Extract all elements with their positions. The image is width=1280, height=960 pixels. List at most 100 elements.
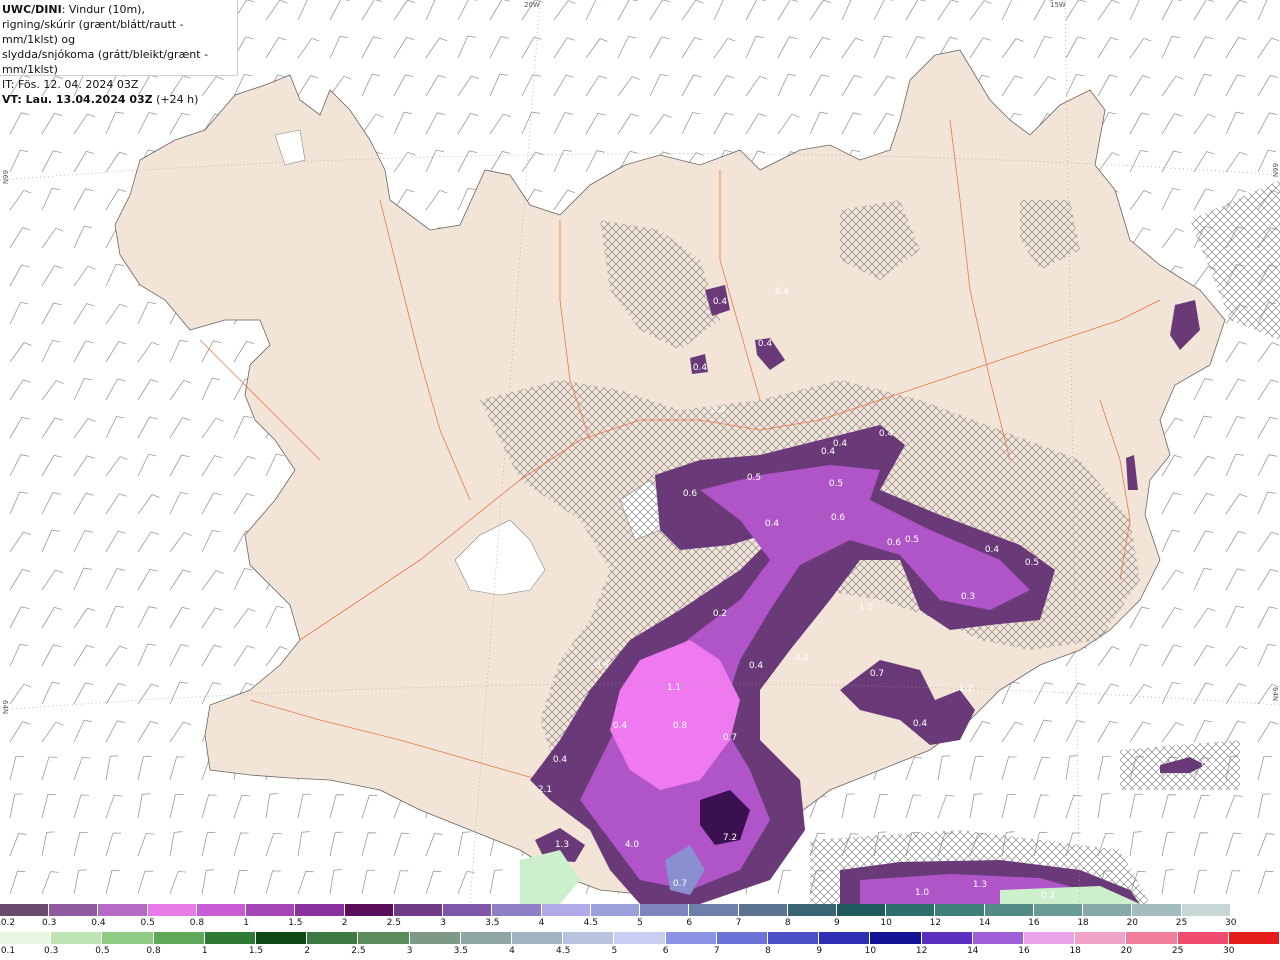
legend-tick-label: 14 xyxy=(978,918,991,928)
precip-value-label: 0.4 xyxy=(612,721,628,731)
legend-tick-label: 16 xyxy=(1028,918,1040,928)
legend-swatch xyxy=(1181,904,1231,916)
precip-value-label: 1.3 xyxy=(554,840,570,850)
legend-swatch xyxy=(49,904,99,916)
map-title-box: UWC/DINI: Vindur (10m), rigning/skúrir (… xyxy=(0,0,238,106)
precip-value-label: 7.2 xyxy=(722,833,738,843)
precip-value-label: 1.2 xyxy=(958,684,974,694)
legend-tick-label: 1.5 xyxy=(248,946,264,956)
legend-swatch xyxy=(147,904,197,916)
legend-tick-label: 0.1 xyxy=(0,946,16,956)
legend-swatch xyxy=(512,932,564,944)
legend-swatch xyxy=(738,904,788,916)
legend-tick-label: 7 xyxy=(713,946,720,956)
legend-tick-label: 2 xyxy=(304,946,311,956)
precip-value-label: 0.8 xyxy=(672,721,688,731)
legend-tick-label: 3.5 xyxy=(485,918,500,928)
precip-value-label: 0.2 xyxy=(1040,891,1056,901)
legend-tick-label: 9 xyxy=(816,946,823,956)
legend-tick-label: 16 xyxy=(1018,946,1030,956)
legend-tick-label: 0.5 xyxy=(95,946,110,956)
legend-tick-label: 9 xyxy=(834,918,840,928)
legend-tick-label: 6 xyxy=(662,946,669,956)
precip-value-label: 0.4 xyxy=(692,363,708,373)
legend-tick-label: 18 xyxy=(1077,918,1089,928)
legend-swatch xyxy=(153,932,205,944)
legend-swatch xyxy=(1132,904,1182,916)
legend-tick-label: 0.8 xyxy=(189,918,205,928)
initial-time: IT: Fös. 12. 04. 2024 03Z xyxy=(2,78,139,91)
legend-tick-label: 12 xyxy=(915,946,928,956)
legend-swatch xyxy=(51,932,103,944)
legend-swatch xyxy=(492,904,542,916)
legend-swatch xyxy=(307,932,359,944)
precip-value-label: 0.5 xyxy=(904,535,920,545)
legend-swatch xyxy=(246,904,296,916)
legend-swatch xyxy=(984,904,1034,916)
precip-value-label: 0.4 xyxy=(748,661,764,671)
precip-value-label: 0.6 xyxy=(886,538,902,548)
lat-label-66n-left: 66N xyxy=(1,170,9,185)
legend-tick-label: 1.5 xyxy=(288,918,303,928)
legend-tick-label: 25 xyxy=(1175,918,1188,928)
precip-value-label: 1.0 xyxy=(914,888,930,898)
legend-swatch xyxy=(665,932,717,944)
legend-tick-label: 7 xyxy=(735,918,742,928)
precip-value-label: 1.1 xyxy=(666,683,682,693)
legend-swatch xyxy=(1126,932,1178,944)
legend-tick-label: 0.2 xyxy=(0,918,16,928)
legend-swatch xyxy=(716,932,769,944)
legend-tick-label: 20 xyxy=(1126,918,1139,928)
legend-tick-label: 30 xyxy=(1225,918,1237,928)
lon-label-15w: 15W xyxy=(1050,1,1066,9)
precip-value-label: 0.6 xyxy=(682,489,698,499)
legend-swatch xyxy=(98,904,148,916)
legend-tick-label: 8 xyxy=(784,918,791,928)
legend-tick-label: 4.5 xyxy=(583,918,598,928)
legend-swatch xyxy=(295,904,345,916)
precip-value-label: 0.5 xyxy=(1024,558,1040,568)
legend-swatch xyxy=(836,904,887,916)
legend-tick-label: 10 xyxy=(880,918,892,928)
legend-swatch xyxy=(256,932,308,944)
precip-value-label: 0.4 xyxy=(712,297,728,307)
legend-swatch xyxy=(689,904,739,916)
legend-swatch xyxy=(196,904,247,916)
lat-label-64n-right: 64N xyxy=(1271,687,1279,702)
legend-tick-label: 8 xyxy=(765,946,771,956)
legend-tick-label: 1 xyxy=(243,918,250,928)
legend-swatch xyxy=(204,932,257,944)
legend-swatch xyxy=(886,904,936,916)
legend-tick-label: 3.5 xyxy=(453,946,468,956)
legend-swatch xyxy=(1033,904,1084,916)
legend-swatch xyxy=(0,904,50,916)
legend-swatch xyxy=(1177,932,1229,944)
rain-legend-labels: 0.1 0.3 0.5 0.8 1 1.5 2 2.5 3 3.5 4 4.5 5 6 7 8 9 10 12 14 1… xyxy=(0,946,1280,958)
legend-swatch xyxy=(787,904,837,916)
legend-tick-label: 12 xyxy=(929,918,942,928)
legend-tick-label: 0.8 xyxy=(146,946,161,956)
legend-swatch xyxy=(1230,904,1280,916)
legend-swatch xyxy=(972,932,1025,944)
legend-swatch xyxy=(344,904,394,916)
precip-value-label: 0.7 xyxy=(722,733,738,743)
legend-tick-label: 0.3 xyxy=(44,946,59,956)
precip-value-label: 0.2 xyxy=(794,653,810,663)
precip-value-label: 0.4 xyxy=(912,719,928,729)
legend-swatch xyxy=(921,932,973,944)
legend-tick-label: 20 xyxy=(1120,946,1133,956)
precip-value-label: 0.9 xyxy=(594,661,610,671)
weather-map xyxy=(0,0,1280,904)
legend-tick-label: 25 xyxy=(1171,946,1184,956)
lat-label-66n-right: 66N xyxy=(1271,163,1279,178)
precip-value-label: 0.4 xyxy=(710,405,726,415)
legend-swatch xyxy=(409,932,461,944)
precip-value-label: 0.5 xyxy=(987,713,1003,723)
legend-tick-label: 18 xyxy=(1069,946,1081,956)
legend-swatch xyxy=(1024,932,1076,944)
precip-value-label: 0.5 xyxy=(828,479,844,489)
legend-tick-label: 0.3 xyxy=(42,918,57,928)
precip-value-label: 0.3 xyxy=(960,592,976,602)
legend-swatch xyxy=(819,932,871,944)
precip-value-label: 0.7 xyxy=(672,879,688,889)
